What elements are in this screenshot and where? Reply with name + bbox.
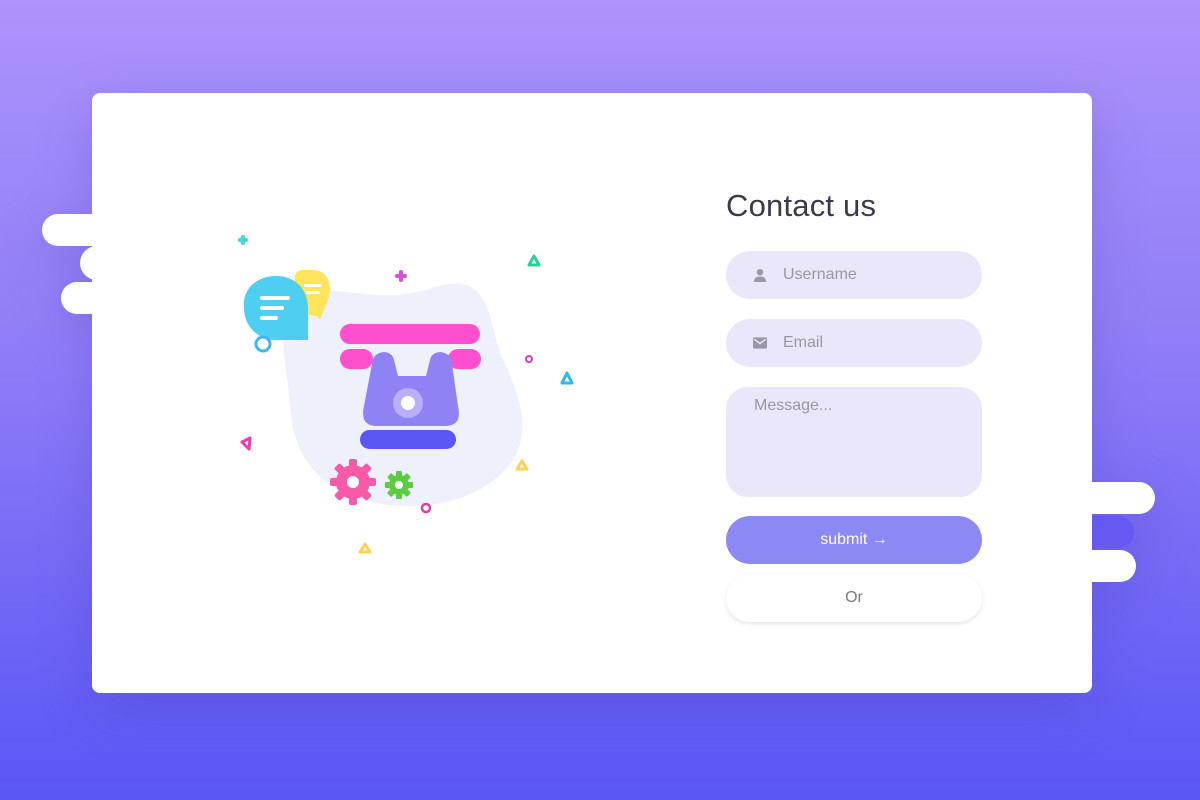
phone-top-bar [340,324,480,344]
bubble-line [304,284,322,287]
bubble-line [306,291,320,294]
triangle-outline-icon [560,371,574,385]
email-input[interactable] [783,334,963,352]
phone-handle-right [448,349,481,369]
or-button[interactable]: Or [726,574,982,622]
plus-sparkle-icon [395,270,407,282]
triangle-outline-icon [358,542,372,554]
username-input[interactable] [783,266,963,284]
bubble-line [260,306,284,310]
gear-icon [330,459,376,505]
phone-dial-center [401,396,415,410]
decor-dot [525,355,533,363]
submit-button[interactable]: submit → [726,516,982,564]
message-field[interactable] [726,387,982,497]
gear-icon [385,471,413,499]
username-field[interactable] [726,251,982,299]
phone-handle-left [340,349,373,369]
triangle-outline-icon [240,436,252,451]
bubble-line [260,296,290,300]
email-field[interactable] [726,319,982,367]
contact-form: Contact us submit → Or [726,185,982,622]
telephone-illustration [238,235,574,554]
user-icon [753,268,767,282]
phone-base [360,430,456,449]
triangle-outline-icon [527,254,541,267]
bubble-line [260,316,278,320]
mail-icon [753,336,767,350]
page-title: Contact us [726,188,877,223]
message-input[interactable] [754,397,954,487]
triangle-outline-icon [515,459,529,471]
card-container [0,0,1200,800]
decor-dot [420,502,432,514]
decor-ring [254,335,272,353]
plus-sparkle-icon [238,235,248,245]
